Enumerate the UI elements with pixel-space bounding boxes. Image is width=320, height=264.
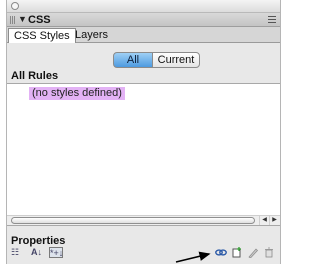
horizontal-scrollbar[interactable]: ◀ ▶ <box>7 215 280 225</box>
options-menu-icon[interactable] <box>268 16 276 23</box>
edit-icon[interactable] <box>247 247 259 258</box>
tab-bar: CSS Styles Layers <box>7 27 280 43</box>
trash-icon[interactable] <box>263 247 275 258</box>
all-mode-button[interactable]: All <box>113 52 153 68</box>
attach-style-sheet-icon[interactable] <box>215 247 227 258</box>
set-properties-view-icon[interactable]: *+↓ <box>49 247 63 258</box>
new-rule-icon[interactable] <box>231 247 243 258</box>
current-mode-button[interactable]: Current <box>152 52 200 68</box>
panel-group-title[interactable]: CSS <box>28 14 51 26</box>
tab-layers[interactable]: Layers <box>70 28 113 43</box>
tab-css-styles[interactable]: CSS Styles <box>8 28 76 43</box>
alphabetical-view-icon[interactable]: A↓ <box>31 247 45 258</box>
gripper-icon[interactable] <box>10 16 15 24</box>
close-icon[interactable] <box>11 2 19 10</box>
panel-group-header[interactable]: ▼ CSS <box>7 13 280 27</box>
panel-titlebar[interactable] <box>7 0 280 13</box>
scroll-left-icon[interactable]: ◀ <box>259 216 269 225</box>
rules-list[interactable]: (no styles defined) ◀ ▶ <box>7 83 280 226</box>
scroll-right-icon[interactable]: ▶ <box>269 216 279 225</box>
category-view-icon[interactable]: ☷ <box>11 247 25 258</box>
css-panel: ▼ CSS CSS Styles Layers All Current All … <box>6 0 281 264</box>
properties-toolbar: ☷ A↓ *+↓ <box>7 246 280 260</box>
scrollbar-thumb[interactable] <box>11 217 255 224</box>
no-styles-placeholder: (no styles defined) <box>29 87 125 100</box>
all-rules-heading: All Rules <box>11 70 59 82</box>
disclosure-triangle-icon[interactable]: ▼ <box>18 14 27 24</box>
